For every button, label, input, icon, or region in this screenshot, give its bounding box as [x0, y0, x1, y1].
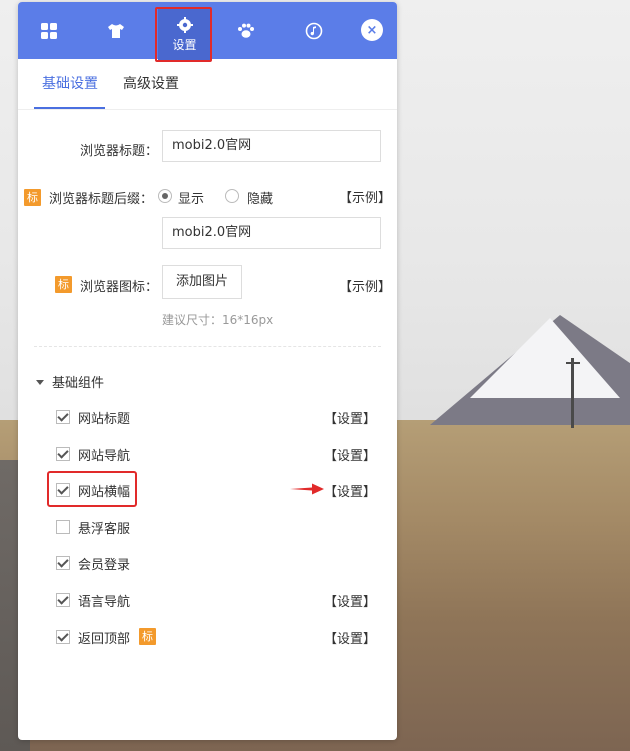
- checkbox-site-nav[interactable]: [56, 447, 70, 461]
- top-toolbar: 设置 ×: [18, 2, 397, 60]
- add-image-button[interactable]: 添加图片: [162, 265, 242, 299]
- checkbox-back-to-top[interactable]: [56, 630, 70, 644]
- suffix-example-link[interactable]: 【示例】: [339, 187, 391, 206]
- browser-suffix-label: 浏览器标题后缀：: [49, 192, 154, 207]
- utility-pole-crossbar: [566, 362, 580, 364]
- browser-title-input[interactable]: mobi2.0官网: [162, 130, 381, 162]
- section-divider: [34, 346, 381, 347]
- back-to-top-label: 返回顶部: [78, 632, 131, 647]
- tab-advanced-settings[interactable]: 高级设置: [123, 59, 179, 109]
- tag-badge: 标: [139, 628, 156, 645]
- site-nav-settings-link[interactable]: 【设置】: [324, 445, 376, 464]
- language-nav-label: 语言导航: [78, 595, 131, 610]
- site-title-settings-link[interactable]: 【设置】: [324, 408, 376, 427]
- site-banner-settings-link[interactable]: 【设置】: [324, 481, 376, 500]
- caret-down-icon: [36, 380, 44, 385]
- checkbox-site-title[interactable]: [56, 410, 70, 424]
- checkbox-floating-service[interactable]: [56, 520, 70, 534]
- settings-panel: 设置 × 基础设置 高级设置 浏览器标题： mobi2.0官网 标 浏览器标题后…: [18, 2, 397, 740]
- gear-icon: [176, 16, 193, 33]
- basic-components-title: 基础组件: [52, 376, 105, 391]
- settings-tab-label: 设置: [172, 37, 197, 52]
- site-title-label: 网站标题: [78, 412, 131, 427]
- settings-tab-button[interactable]: 设置: [158, 9, 211, 60]
- close-button[interactable]: ×: [361, 19, 383, 41]
- utility-pole: [571, 358, 574, 428]
- tab-basic-settings[interactable]: 基础设置: [42, 59, 98, 109]
- active-tab-underline: [34, 107, 105, 109]
- radio-show[interactable]: [158, 189, 172, 203]
- checkbox-member-login[interactable]: [56, 556, 70, 570]
- basic-components-toggle[interactable]: 基础组件: [36, 372, 104, 391]
- browser-icon-label: 浏览器图标：: [80, 280, 159, 295]
- radio-hide-label: 隐藏: [247, 192, 274, 207]
- radio-show-label: 显示: [178, 192, 205, 207]
- language-nav-settings-link[interactable]: 【设置】: [324, 591, 376, 610]
- paw-icon[interactable]: [229, 14, 263, 48]
- site-banner-label: 网站横幅: [78, 485, 131, 500]
- icon-example-link[interactable]: 【示例】: [339, 276, 391, 295]
- music-icon[interactable]: [297, 14, 331, 48]
- checkbox-site-banner[interactable]: [56, 483, 70, 497]
- close-icon: ×: [366, 22, 378, 38]
- floating-service-label: 悬浮客服: [78, 522, 131, 537]
- mountain-snow: [470, 318, 620, 398]
- grid-icon[interactable]: [32, 14, 66, 48]
- tag-badge: 标: [55, 276, 72, 293]
- checkbox-language-nav[interactable]: [56, 593, 70, 607]
- browser-suffix-input[interactable]: mobi2.0官网: [162, 217, 381, 249]
- size-hint: 建议尺寸：16*16px: [162, 313, 274, 327]
- radio-hide[interactable]: [225, 189, 239, 203]
- shirt-icon[interactable]: [99, 14, 133, 48]
- member-login-label: 会员登录: [78, 558, 131, 573]
- red-arrow-icon: [290, 483, 324, 495]
- back-to-top-settings-link[interactable]: 【设置】: [324, 628, 376, 647]
- browser-title-label: 浏览器标题：: [80, 144, 159, 159]
- tag-badge: 标: [24, 189, 41, 206]
- site-nav-label: 网站导航: [78, 449, 131, 464]
- subtab-bar: 基础设置 高级设置: [18, 59, 397, 110]
